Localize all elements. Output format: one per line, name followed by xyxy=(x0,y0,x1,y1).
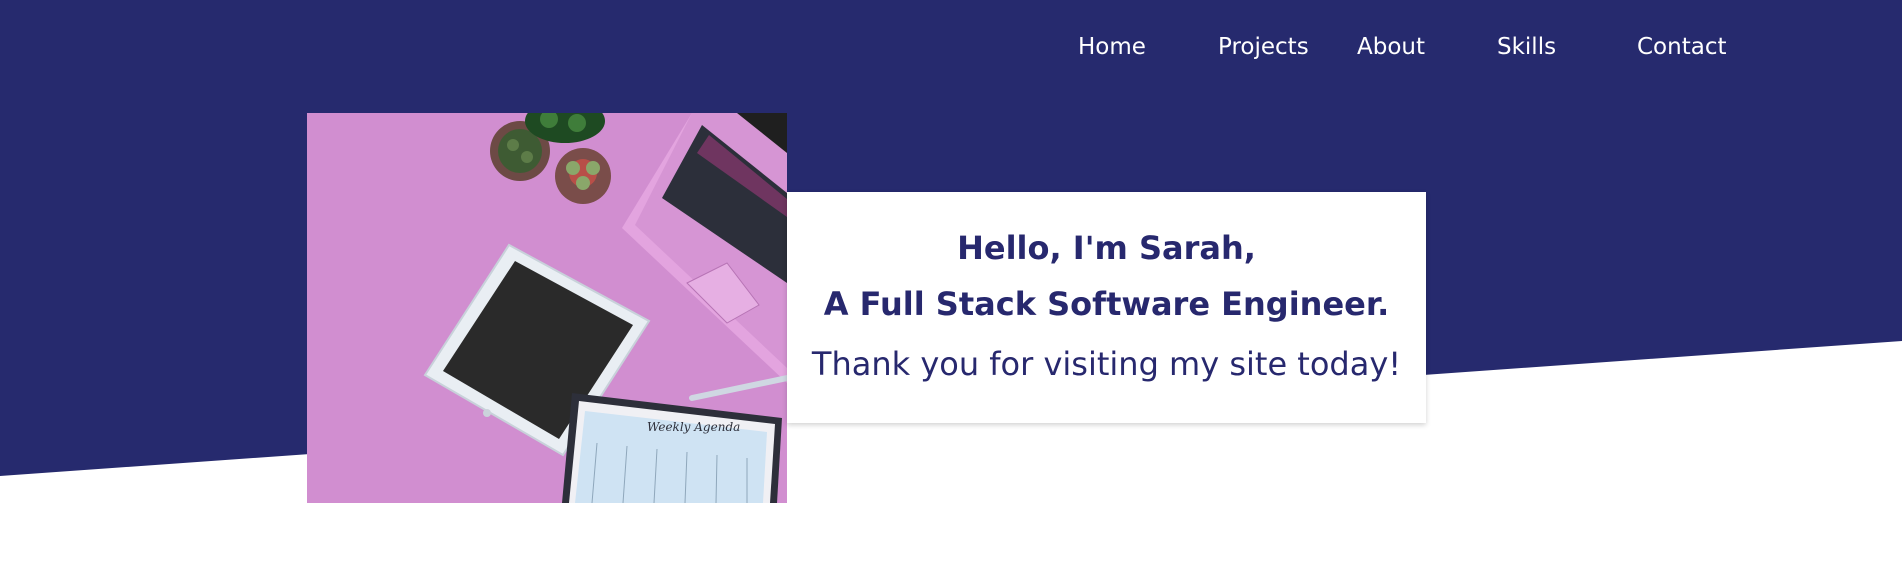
nav-home-link[interactable]: Home xyxy=(1078,30,1146,64)
svg-text:Weekly Agenda: Weekly Agenda xyxy=(647,420,740,434)
hero-photo: Weekly Agenda xyxy=(307,113,787,503)
main-nav: Home Projects About Skills Contact xyxy=(0,30,1902,64)
nav-skills-link[interactable]: Skills xyxy=(1497,30,1556,64)
nav-about-link[interactable]: About xyxy=(1357,30,1425,64)
intro-greeting: Hello, I'm Sarah, xyxy=(957,229,1256,267)
nav-contact-link[interactable]: Contact xyxy=(1637,30,1726,64)
intro-role: A Full Stack Software Engineer. xyxy=(823,285,1390,323)
desk-illustration: Weekly Agenda xyxy=(307,113,787,503)
page: Home Projects About Skills Contact Weekl… xyxy=(0,0,1902,561)
nav-projects-link[interactable]: Projects xyxy=(1218,30,1309,64)
succulent-plant xyxy=(555,148,611,204)
intro-card: Hello, I'm Sarah, A Full Stack Software … xyxy=(787,192,1426,423)
intro-tagline: Thank you for visiting my site today! xyxy=(811,345,1402,383)
